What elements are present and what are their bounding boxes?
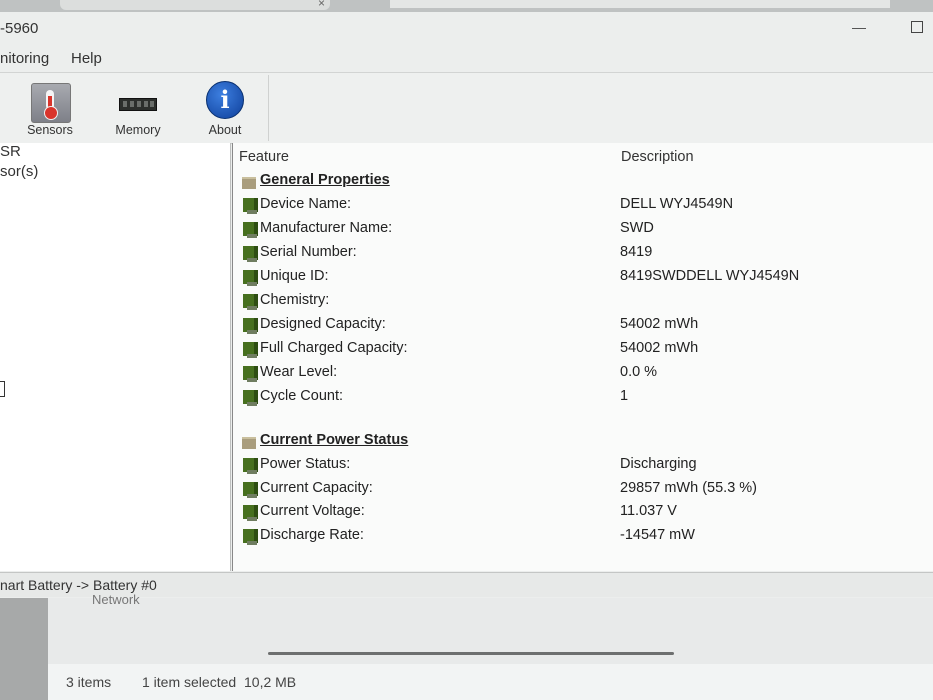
feature-value: 8419SWDDELL WYJ4549N	[620, 268, 800, 284]
window-title: -5960	[0, 20, 39, 37]
sensors-label: Sensors	[27, 123, 73, 137]
background-file-explorer: Network 3 items 1 item selected 10,2 MB	[0, 592, 933, 700]
maximize-button[interactable]	[911, 21, 923, 33]
table-row[interactable]: Wear Level: 0.0 %	[233, 363, 933, 385]
feature-value: 1	[620, 388, 629, 404]
feature-label: Current Capacity:	[260, 480, 373, 496]
battery-icon	[243, 458, 258, 474]
hwmonitor-window: -5960 nitoring Help Sensors Memory i Abo…	[0, 12, 933, 599]
table-row[interactable]: Current Capacity: 29857 mWh (55.3 %)	[233, 479, 933, 501]
table-row[interactable]: Manufacturer Name: SWD	[233, 219, 933, 241]
table-row[interactable]: Cycle Count: 1	[233, 387, 933, 409]
tree-item[interactable]: sor(s)	[0, 163, 38, 180]
table-row[interactable]: Current Voltage: 11.037 V	[233, 502, 933, 524]
about-button[interactable]: i About	[190, 79, 260, 141]
feature-value: SWD	[620, 220, 654, 236]
battery-icon	[243, 482, 258, 498]
feature-label: Wear Level:	[260, 364, 338, 380]
table-row[interactable]: Discharge Rate: -14547 mW	[233, 526, 933, 548]
feature-label: Current Voltage:	[260, 503, 365, 519]
feature-value: DELL WYJ4549N	[620, 196, 734, 212]
table-row[interactable]: Power Status: Discharging	[233, 455, 933, 477]
feature-value: 8419	[620, 244, 653, 260]
battery-icon	[243, 294, 258, 310]
section-header-power-status[interactable]: Current Power Status	[233, 431, 933, 453]
section-header-general[interactable]: General Properties	[233, 171, 933, 193]
info-icon: i	[206, 81, 244, 119]
thermometer-icon	[31, 83, 71, 123]
section-title: General Properties	[260, 172, 390, 188]
battery-icon	[243, 270, 258, 286]
toolbar-separator	[268, 75, 269, 141]
battery-icon	[243, 342, 258, 358]
feature-value: 29857 mWh (55.3 %)	[620, 480, 758, 496]
nav-item-network[interactable]: Network	[92, 592, 140, 607]
selection-size: 10,2 MB	[244, 674, 297, 690]
background-tab[interactable]	[60, 0, 330, 10]
battery-icon	[243, 390, 258, 406]
minimize-button[interactable]	[852, 28, 866, 29]
feature-label: Designed Capacity:	[260, 316, 386, 332]
feature-label: Full Charged Capacity:	[260, 340, 408, 356]
memory-button[interactable]: Memory	[97, 79, 179, 141]
battery-icon	[243, 246, 258, 262]
battery-icon	[243, 505, 258, 521]
table-row[interactable]: Chemistry:	[233, 291, 933, 313]
feature-label: Power Status:	[260, 456, 351, 472]
feature-label: Chemistry:	[260, 292, 330, 308]
feature-label: Cycle Count:	[260, 388, 344, 404]
feature-value: Discharging	[620, 456, 697, 472]
feature-label: Unique ID:	[260, 268, 329, 284]
feature-value: 0.0 %	[620, 364, 658, 380]
column-header-feature[interactable]: Feature	[239, 149, 289, 165]
folder-icon	[242, 177, 256, 189]
feature-value: 11.037 V	[620, 503, 677, 519]
battery-icon	[243, 366, 258, 382]
feature-label: Device Name:	[260, 196, 352, 212]
memory-chip-icon	[119, 98, 157, 111]
background-window-strip: ×	[0, 0, 933, 12]
background-tab-area	[390, 0, 890, 8]
folder-icon	[242, 437, 256, 449]
table-row[interactable]: Designed Capacity: 54002 mWh	[233, 315, 933, 337]
section-title: Current Power Status	[260, 432, 409, 448]
tree-item[interactable]: SR	[0, 143, 21, 160]
horizontal-scrollbar[interactable]	[268, 652, 674, 655]
memory-label: Memory	[115, 123, 161, 137]
table-row[interactable]: Unique ID: 8419SWDDELL WYJ4549N	[233, 267, 933, 289]
items-count: 3 items	[66, 674, 112, 690]
sensors-button[interactable]: Sensors	[0, 79, 100, 141]
feature-value: 54002 mWh	[620, 340, 699, 356]
feature-label: Serial Number:	[260, 244, 357, 260]
feature-value: -14547 mW	[620, 527, 695, 543]
menu-help[interactable]: Help	[71, 50, 102, 67]
close-icon[interactable]: ×	[318, 0, 325, 10]
battery-icon	[243, 198, 258, 214]
status-path: nart Battery -> Battery #0	[0, 577, 157, 593]
about-label: About	[208, 123, 242, 137]
tree-expander-icon[interactable]	[0, 381, 5, 397]
battery-icon	[243, 529, 258, 545]
table-row[interactable]: Serial Number: 8419	[233, 243, 933, 265]
selection-status: 1 item selected	[142, 674, 237, 690]
menu-monitoring[interactable]: nitoring	[0, 50, 49, 67]
properties-list[interactable]: Feature Description General Properties D…	[232, 143, 933, 571]
background-edge	[0, 598, 48, 700]
toolbar: Sensors Memory i About	[0, 72, 933, 144]
device-tree[interactable]: SR sor(s)	[0, 143, 231, 571]
feature-value: 54002 mWh	[620, 316, 699, 332]
table-row[interactable]: Full Charged Capacity: 54002 mWh	[233, 339, 933, 361]
table-row[interactable]: Device Name: DELL WYJ4549N	[233, 195, 933, 217]
feature-label: Manufacturer Name:	[260, 220, 393, 236]
title-bar: -5960	[0, 12, 933, 46]
battery-icon	[243, 222, 258, 238]
battery-icon	[243, 318, 258, 334]
feature-label: Discharge Rate:	[260, 527, 364, 543]
column-header-description[interactable]: Description	[621, 149, 694, 165]
